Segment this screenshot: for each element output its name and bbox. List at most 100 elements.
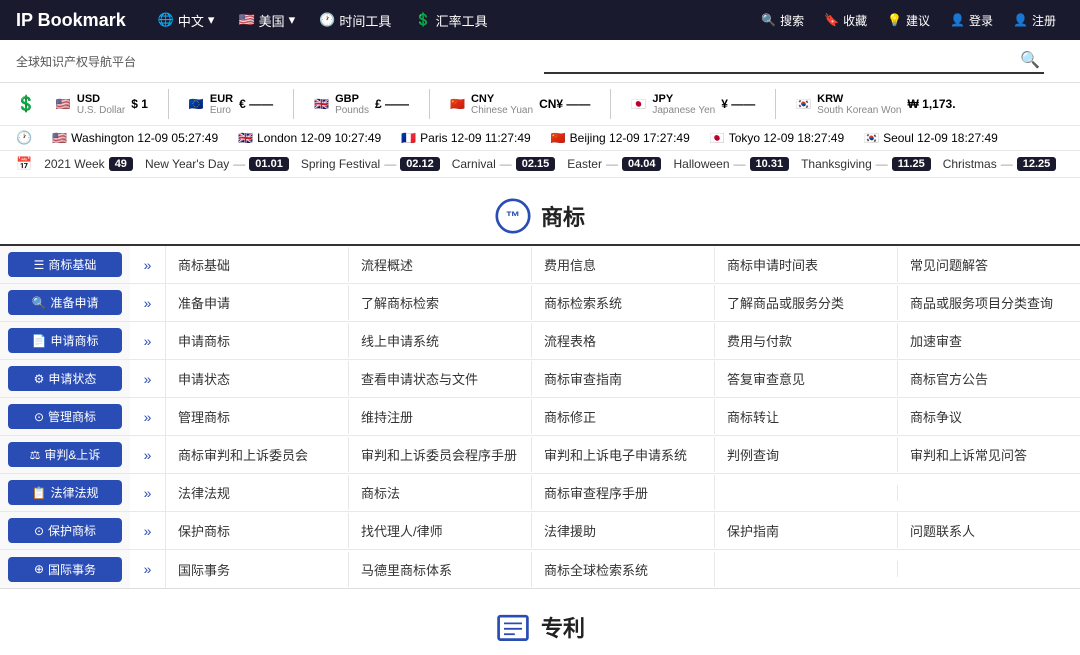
cell-item[interactable]: 商标审判和上诉委员会	[166, 437, 349, 472]
cell-item[interactable]: 商标官方公告	[898, 361, 1080, 396]
cell-item[interactable]: 申请商标	[166, 323, 349, 358]
clock-seoul: 🇰🇷 Seoul 12-09 18:27:49	[864, 131, 998, 145]
nav-time-tool[interactable]: 🕐 时间工具	[311, 7, 399, 34]
cell-item[interactable]: 马德里商标体系	[349, 552, 532, 587]
cell-item	[715, 561, 898, 577]
jpy-flag: 🇯🇵	[631, 97, 646, 111]
cell-item[interactable]: 审判和上诉电子申请系统	[532, 437, 715, 472]
cat-icon: 🔍	[32, 296, 47, 310]
cell-item[interactable]: 维持注册	[349, 399, 532, 434]
search-input-wrap[interactable]: 🔍	[544, 48, 1044, 74]
cell-item[interactable]: 审判和上诉委员会程序手册	[349, 437, 532, 472]
nav-suggest-btn[interactable]: 💡 建议	[879, 8, 938, 33]
cell-item[interactable]: 审判和上诉常见问答	[898, 437, 1080, 472]
cell-item[interactable]: 了解商标检索	[349, 285, 532, 320]
currency-dollar-sign-icon: 💲	[16, 94, 36, 114]
cat-icon: ⊙	[34, 410, 44, 424]
cat-application-status[interactable]: ⚙ 申请状态	[0, 360, 130, 397]
cell-item[interactable]: 保护商标	[166, 513, 349, 548]
cell-item[interactable]: 费用信息	[532, 247, 715, 282]
globe-icon: 🌐	[158, 12, 174, 28]
cell-item[interactable]: 商标基础	[166, 247, 349, 282]
table-row: ⊕ 国际事务 » 国际事务 马德里商标体系 商标全球检索系统	[0, 550, 1080, 588]
login-label: 登录	[969, 12, 993, 29]
cat-apply-trademark[interactable]: 📄 申请商标	[0, 322, 130, 359]
cell-item[interactable]: 线上申请系统	[349, 323, 532, 358]
holiday-spring-festival: Spring Festival — 02.12	[301, 157, 440, 171]
cell-item[interactable]: 准备申请	[166, 285, 349, 320]
bookmark-icon: 🔖	[824, 13, 839, 27]
cell-item[interactable]: 商标法	[349, 475, 532, 510]
cell-item[interactable]: 判例查询	[715, 437, 898, 472]
nav-globe[interactable]: 🌐 中文 ▾	[150, 7, 223, 34]
row-arrow-icon: »	[130, 284, 166, 321]
cell-item[interactable]: 答复审查意见	[715, 361, 898, 396]
nav-right-group: 🔍 搜索 🔖 收藏 💡 建议 👤 登录 👤 注册	[753, 8, 1064, 33]
cell-item[interactable]: 问题联系人	[898, 513, 1080, 548]
search-nav-icon: 🔍	[761, 13, 776, 27]
cell-item[interactable]: 商标审查指南	[532, 361, 715, 396]
cell-item[interactable]: 商标全球检索系统	[532, 552, 715, 587]
cell-item[interactable]: 商标修正	[532, 399, 715, 434]
cell-item[interactable]: 商标申请时间表	[715, 247, 898, 282]
cell-item[interactable]: 商标审查程序手册	[532, 475, 715, 510]
cell-item[interactable]: 加速审查	[898, 323, 1080, 358]
row-cells: 法律法规 商标法 商标审查程序手册	[166, 474, 1080, 511]
cell-item[interactable]: 了解商品或服务分类	[715, 285, 898, 320]
nav-exchange-tool[interactable]: 💲 汇率工具	[407, 7, 495, 34]
clock-bar: 🕐 🇺🇸 Washington 12-09 05:27:49 🇬🇧 London…	[0, 126, 1080, 151]
cell-item[interactable]: 商标转让	[715, 399, 898, 434]
nav-register-btn[interactable]: 👤 注册	[1005, 8, 1064, 33]
nav-search-btn[interactable]: 🔍 搜索	[753, 8, 812, 33]
cat-label: 申请商标	[50, 332, 98, 349]
cell-item[interactable]: 流程表格	[532, 323, 715, 358]
row-arrow-icon: »	[130, 474, 166, 511]
cat-label: 国际事务	[48, 561, 96, 578]
time-icon: 🕐	[319, 12, 335, 28]
nav-login-btn[interactable]: 👤 登录	[942, 8, 1001, 33]
currency-bar: 💲 🇺🇸 USD U.S. Dollar $ 1 🇪🇺 EUR Euro € —…	[0, 83, 1080, 126]
gbp-flag: 🇬🇧	[314, 97, 329, 111]
cell-item[interactable]: 商标检索系统	[532, 285, 715, 320]
nav-region[interactable]: 🇺🇸 美国 ▾	[230, 7, 303, 34]
cat-manage-trademark[interactable]: ⊙ 管理商标	[0, 398, 130, 435]
cell-item[interactable]: 法律援助	[532, 513, 715, 548]
cell-item[interactable]: 法律法规	[166, 475, 349, 510]
clock-paris: 🇫🇷 Paris 12-09 11:27:49	[401, 131, 530, 145]
cell-item	[898, 561, 1080, 577]
cell-item[interactable]: 商标争议	[898, 399, 1080, 434]
cell-item[interactable]: 申请状态	[166, 361, 349, 396]
nav-bookmark-btn[interactable]: 🔖 收藏	[816, 8, 875, 33]
row-arrow-icon: »	[130, 322, 166, 359]
table-row: ☰ 商标基础 » 商标基础 流程概述 费用信息 商标申请时间表 常见问题解答	[0, 246, 1080, 284]
cell-item[interactable]: 商品或服务项目分类查询	[898, 285, 1080, 320]
cell-item[interactable]: 保护指南	[715, 513, 898, 548]
holiday-new-years: New Year's Day — 01.01	[145, 157, 289, 171]
cat-prepare-apply[interactable]: 🔍 准备申请	[0, 284, 130, 321]
cell-item[interactable]: 国际事务	[166, 552, 349, 587]
cell-item[interactable]: 找代理人/律师	[349, 513, 532, 548]
trademark-section-header: ™ 商标	[0, 178, 1080, 244]
cell-item[interactable]: 流程概述	[349, 247, 532, 282]
cell-item[interactable]: 查看申请状态与文件	[349, 361, 532, 396]
search-input[interactable]	[548, 52, 1020, 68]
krw-flag: 🇰🇷	[796, 97, 811, 111]
cell-item[interactable]: 常见问题解答	[898, 247, 1080, 282]
clock-washington: 🇺🇸 Washington 12-09 05:27:49	[52, 131, 218, 145]
search-bar: 全球知识产权导航平台 🔍	[0, 40, 1080, 83]
cat-trademark-basics[interactable]: ☰ 商标基础	[0, 246, 130, 283]
currency-divider-4	[610, 89, 611, 119]
cell-item[interactable]: 管理商标	[166, 399, 349, 434]
cat-protect-trademark[interactable]: ⊙ 保护商标	[0, 512, 130, 549]
cat-laws[interactable]: 📋 法律法规	[0, 474, 130, 511]
calendar-bar: 📅 2021 Week 49 New Year's Day — 01.01 Sp…	[0, 151, 1080, 178]
cat-trial-appeal[interactable]: ⚖ 审判&上诉	[0, 436, 130, 473]
search-button-icon[interactable]: 🔍	[1020, 50, 1040, 70]
london-flag: 🇬🇧	[238, 131, 253, 145]
platform-subtitle: 全球知识产权导航平台	[16, 53, 136, 70]
cat-international[interactable]: ⊕ 国际事务	[0, 550, 130, 588]
cell-item[interactable]: 费用与付款	[715, 323, 898, 358]
cat-label: 申请状态	[48, 370, 96, 387]
calendar-week: 2021 Week 49	[44, 157, 133, 171]
currency-krw: 🇰🇷 KRW South Korean Won ₩ 1,173.	[796, 93, 955, 116]
